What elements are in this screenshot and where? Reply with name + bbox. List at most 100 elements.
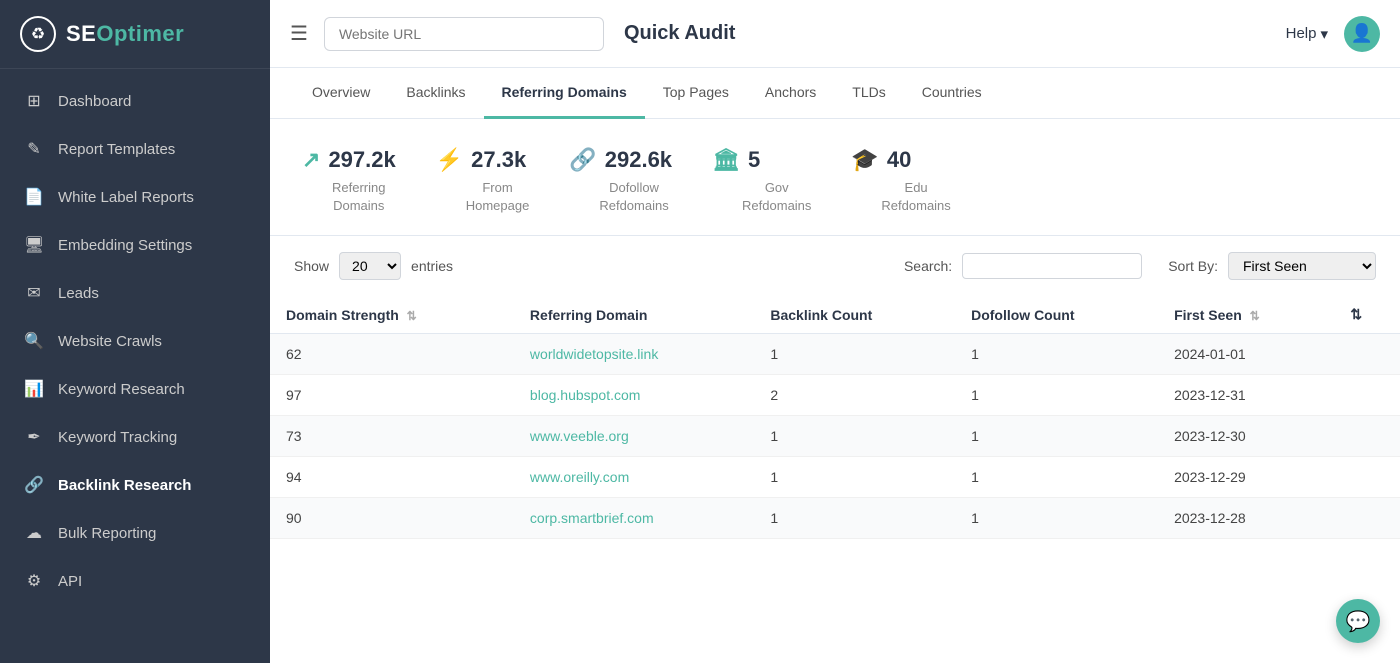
- header: ☰ Quick Audit Help ▾ 👤: [270, 0, 1400, 68]
- domain-link[interactable]: blog.hubspot.com: [530, 387, 641, 403]
- domain-link[interactable]: worldwidetopsite.link: [530, 346, 658, 362]
- cell-backlink-count: 1: [754, 334, 955, 375]
- edu-refdomains-icon: 🎓: [851, 147, 878, 173]
- stat-value: 40: [887, 147, 911, 173]
- stat-gov-refdomains: 🏛 5 GovRefdomains: [712, 147, 811, 215]
- hamburger-icon[interactable]: ☰: [290, 21, 308, 46]
- sidebar-item-backlink-research[interactable]: 🔗 Backlink Research: [0, 461, 270, 509]
- search-label: Search:: [904, 258, 952, 274]
- logo-icon: ♻: [20, 16, 56, 52]
- show-select[interactable]: 102050100: [339, 252, 401, 280]
- stat-value: 292.6k: [605, 147, 672, 173]
- sidebar-nav: ⊞ Dashboard✎ Report Templates📄 White Lab…: [0, 69, 270, 663]
- show-label: Show: [294, 258, 329, 274]
- sidebar-item-label: White Label Reports: [58, 189, 194, 206]
- keyword-research-icon: 📊: [24, 379, 44, 399]
- tab-tlds[interactable]: TLDs: [834, 68, 903, 119]
- cell-dofollow-count: 1: [955, 416, 1158, 457]
- domain-link[interactable]: corp.smartbrief.com: [530, 510, 654, 526]
- header-right: Help ▾ 👤: [1286, 16, 1380, 52]
- table-row: 62 worldwidetopsite.link 1 1 2024-01-01: [270, 334, 1400, 375]
- keyword-tracking-icon: ✒: [24, 427, 44, 447]
- dashboard-icon: ⊞: [24, 91, 44, 111]
- referring-domains-icon: ↗: [302, 147, 320, 173]
- cell-dofollow-count: 1: [955, 375, 1158, 416]
- cell-referring-domain[interactable]: corp.smartbrief.com: [514, 498, 754, 539]
- table-row: 97 blog.hubspot.com 2 1 2023-12-31: [270, 375, 1400, 416]
- stat-from-homepage: ⚡ 27.3k FromHomepage: [436, 147, 530, 215]
- cell-referring-domain[interactable]: www.oreilly.com: [514, 457, 754, 498]
- cell-domain-strength: 97: [270, 375, 514, 416]
- cell-extra: [1334, 498, 1400, 539]
- dofollow-refdomains-icon: 🔗: [569, 147, 596, 173]
- sidebar-item-label: Leads: [58, 285, 99, 302]
- sidebar-logo[interactable]: ♻ SEOptimer: [0, 0, 270, 69]
- sidebar-item-keyword-research[interactable]: 📊 Keyword Research: [0, 365, 270, 413]
- cell-referring-domain[interactable]: www.veeble.org: [514, 416, 754, 457]
- api-icon: ⚙: [24, 571, 44, 591]
- cell-first-seen: 2023-12-28: [1158, 498, 1334, 539]
- tab-countries[interactable]: Countries: [904, 68, 1000, 119]
- cell-backlink-count: 1: [754, 498, 955, 539]
- stat-label: GovRefdomains: [712, 179, 811, 215]
- cell-backlink-count: 1: [754, 457, 955, 498]
- col-first-seen[interactable]: First Seen ⇅: [1158, 296, 1334, 334]
- tab-top-pages[interactable]: Top Pages: [645, 68, 747, 119]
- tab-overview[interactable]: Overview: [294, 68, 388, 119]
- sidebar-item-dashboard[interactable]: ⊞ Dashboard: [0, 77, 270, 125]
- col-referring-domain: Referring Domain: [514, 296, 754, 334]
- cell-referring-domain[interactable]: worldwidetopsite.link: [514, 334, 754, 375]
- stat-label: ReferringDomains: [302, 179, 385, 215]
- sidebar-item-leads[interactable]: ✉ Leads: [0, 269, 270, 317]
- tab-backlinks[interactable]: Backlinks: [388, 68, 483, 119]
- search-input[interactable]: [962, 253, 1142, 279]
- url-input[interactable]: [324, 17, 604, 51]
- cell-referring-domain[interactable]: blog.hubspot.com: [514, 375, 754, 416]
- cell-backlink-count: 1: [754, 416, 955, 457]
- cell-first-seen: 2024-01-01: [1158, 334, 1334, 375]
- sidebar-item-white-label-reports[interactable]: 📄 White Label Reports: [0, 173, 270, 221]
- sidebar-item-report-templates[interactable]: ✎ Report Templates: [0, 125, 270, 173]
- cell-first-seen: 2023-12-29: [1158, 457, 1334, 498]
- table-row: 94 www.oreilly.com 1 1 2023-12-29: [270, 457, 1400, 498]
- sortby-select[interactable]: First SeenDomain StrengthBacklink CountD…: [1228, 252, 1376, 280]
- col-domain-strength[interactable]: Domain Strength ⇅: [270, 296, 514, 334]
- sort-icon: ⇅: [1250, 309, 1260, 323]
- cell-domain-strength: 94: [270, 457, 514, 498]
- sidebar-item-label: Report Templates: [58, 141, 175, 158]
- stat-dofollow-refdomains: 🔗 292.6k DofollowRefdomains: [569, 147, 672, 215]
- stat-value: 297.2k: [328, 147, 395, 173]
- domain-link[interactable]: www.veeble.org: [530, 428, 629, 444]
- gov-refdomains-icon: 🏛: [712, 147, 740, 173]
- stat-label: DofollowRefdomains: [569, 179, 668, 215]
- cell-domain-strength: 90: [270, 498, 514, 539]
- sort-icon: ⇅: [407, 309, 417, 323]
- stat-value: 27.3k: [471, 147, 526, 173]
- cell-dofollow-count: 1: [955, 334, 1158, 375]
- tab-referring-domains[interactable]: Referring Domains: [484, 68, 645, 119]
- sidebar-item-embedding-settings[interactable]: 🖥 Embedding Settings: [0, 221, 270, 269]
- sidebar-item-bulk-reporting[interactable]: ☁ Bulk Reporting: [0, 509, 270, 557]
- cell-first-seen: 2023-12-31: [1158, 375, 1334, 416]
- cell-first-seen: 2023-12-30: [1158, 416, 1334, 457]
- cell-dofollow-count: 1: [955, 457, 1158, 498]
- sidebar-item-label: Dashboard: [58, 93, 131, 110]
- cell-domain-strength: 62: [270, 334, 514, 375]
- sidebar-item-label: Backlink Research: [58, 477, 191, 494]
- sidebar-item-api[interactable]: ⚙ API: [0, 557, 270, 605]
- domain-link[interactable]: www.oreilly.com: [530, 469, 629, 485]
- user-avatar[interactable]: 👤: [1344, 16, 1380, 52]
- help-button[interactable]: Help ▾: [1286, 25, 1328, 43]
- table-row: 90 corp.smartbrief.com 1 1 2023-12-28: [270, 498, 1400, 539]
- sidebar-item-keyword-tracking[interactable]: ✒ Keyword Tracking: [0, 413, 270, 461]
- embedding-settings-icon: 🖥: [24, 235, 44, 255]
- leads-icon: ✉: [24, 283, 44, 303]
- sidebar-item-website-crawls[interactable]: 🔍 Website Crawls: [0, 317, 270, 365]
- page-content: OverviewBacklinksReferring DomainsTop Pa…: [270, 68, 1400, 663]
- chat-bubble[interactable]: 💬: [1336, 599, 1380, 643]
- tab-anchors[interactable]: Anchors: [747, 68, 834, 119]
- sidebar-item-label: Keyword Tracking: [58, 429, 177, 446]
- col-sort-extra[interactable]: ⇅: [1334, 296, 1400, 334]
- logo-text: SEOptimer: [66, 21, 184, 47]
- entries-label: entries: [411, 258, 453, 274]
